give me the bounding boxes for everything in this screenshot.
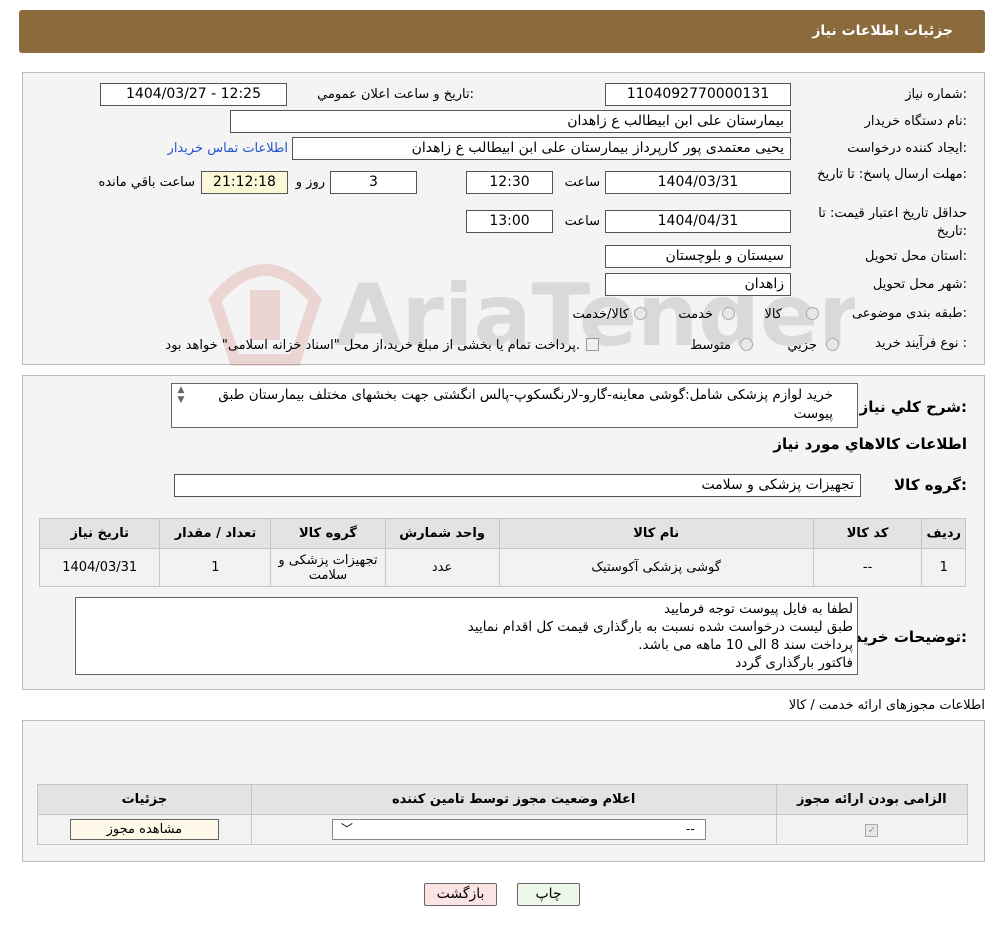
buyer-note-line: لطفا به فایل پیوست توجه فرمایید xyxy=(664,601,853,617)
validity-date-field[interactable]: 1404/04/31 xyxy=(605,210,791,233)
goods-group-field[interactable]: تجهیزات پزشکی و سلامت xyxy=(174,474,861,497)
cell-row: 1 xyxy=(921,548,966,587)
category-radio-goods[interactable] xyxy=(806,307,819,320)
col-date: تاریخ نیاز xyxy=(38,518,161,549)
col-permit-details: جزئیات xyxy=(37,784,252,815)
print-button[interactable]: چاپ xyxy=(517,883,580,906)
days-label: روز و xyxy=(295,175,325,190)
permit-status-select[interactable]: -- ﹀ xyxy=(331,819,706,840)
cell-group: تجهیزات پزشکی و سلامت xyxy=(270,548,386,587)
buyer-note-line: طبق لیست درخواست شده نسبت به بارگذاری قی… xyxy=(467,619,853,635)
page-title: جزئیات اطلاعات نیاز xyxy=(812,23,953,39)
creator-field[interactable]: یحیی معتمدی پور کارپرداز بیمارستان علی ا… xyxy=(292,137,791,160)
province-label: استان محل تحویل: xyxy=(865,249,967,264)
process-label: نوع فرآیند خرید : xyxy=(875,336,967,351)
col-group: گروه کالا xyxy=(270,518,386,549)
col-permit-status: اعلام وضعیت مجوز توسط تامین کننده xyxy=(250,784,777,815)
remaining-time-field[interactable]: 21:12:18 xyxy=(201,171,288,194)
validity-label: حداقل تاریخ اعتبار قیمت: تا تاریخ: xyxy=(818,206,967,239)
col-qty: تعداد / مقدار xyxy=(159,518,272,549)
cell-permit-required: ✓ xyxy=(775,814,969,845)
buyer-org-field[interactable]: بیمارستان علی ابن ابیطالب ع زاهدان xyxy=(230,110,791,133)
col-row: ردیف xyxy=(921,518,966,549)
deadline-time-field[interactable]: 12:30 xyxy=(466,171,553,194)
deadline-date-field[interactable]: 1404/03/31 xyxy=(605,171,791,194)
province-field[interactable]: سیستان و بلوچستان xyxy=(605,245,791,268)
view-permit-button[interactable]: مشاهده مجوز xyxy=(69,819,219,840)
cell-code: -- xyxy=(812,548,923,587)
col-permit-required: الزامی بودن ارائه مجوز xyxy=(775,784,969,815)
announce-label: تاریخ و ساعت اعلان عمومي: xyxy=(317,87,474,102)
buyer-note-line: پرداخت سند 8 الی 10 ماهه می باشد. xyxy=(638,637,853,653)
table-row: ✓ -- ﹀ مشاهده مجوز xyxy=(37,814,969,845)
treasury-checkbox[interactable] xyxy=(586,338,599,351)
chevron-down-icon: ﹀ xyxy=(340,822,353,836)
deadline-label: مهلت ارسال پاسخ: تا تاریخ: xyxy=(817,167,967,182)
permit-required-checkbox[interactable]: ✓ xyxy=(865,824,879,837)
remaining-label: ساعت باقي مانده xyxy=(98,175,195,190)
announce-datetime-field[interactable]: 1404/03/27 - 12:25 xyxy=(100,83,287,106)
process-note: پرداخت تمام یا بخشی از مبلغ خرید،از محل … xyxy=(165,338,580,353)
table-row: 1 -- گوشی پزشکی آکوستیک عدد تجهیزات پزشک… xyxy=(38,548,966,587)
validity-time-label: ساعت xyxy=(564,214,600,229)
goods-section-title: اطلاعات کالاهاي مورد نیاز xyxy=(773,435,967,453)
creator-label: ایجاد کننده درخواست: xyxy=(847,141,967,156)
category-option-service: خدمت xyxy=(678,307,713,322)
process-radio-medium[interactable] xyxy=(740,338,753,351)
category-radio-service[interactable] xyxy=(722,307,735,320)
process-option-medium: متوسط xyxy=(690,338,731,353)
category-label: طبقه بندی موضوعی: xyxy=(851,306,967,321)
process-option-minor: جزيي xyxy=(787,338,817,353)
cell-permit-status: -- ﹀ xyxy=(250,814,777,845)
cell-unit: عدد xyxy=(384,548,500,587)
validity-time-field[interactable]: 13:00 xyxy=(466,210,553,233)
cell-name: گوشی پزشکی آکوستیک xyxy=(498,548,814,587)
scroll-arrows-icon[interactable]: ▲ ▼ xyxy=(173,385,189,407)
category-option-goods: کالا xyxy=(764,307,782,322)
buyer-contact-link[interactable]: اطلاعات تماس خریدار xyxy=(168,141,288,156)
process-radio-minor[interactable] xyxy=(826,338,839,351)
col-code: کد کالا xyxy=(812,518,923,549)
city-label: شهر محل تحویل: xyxy=(872,277,967,292)
permits-section-title: اطلاعات مجوزهای ارائه خدمت / کالا xyxy=(788,698,985,713)
description-textarea[interactable]: خرید لوازم پزشکی شامل:گوشی معاینه-گارو-ل… xyxy=(171,383,858,428)
cell-date: 1404/03/31 xyxy=(38,548,161,587)
goods-table: ردیف کد کالا نام کالا واحد شمارش گروه کا… xyxy=(38,518,966,587)
col-name: نام کالا xyxy=(498,518,814,549)
city-field[interactable]: زاهدان xyxy=(605,273,791,296)
cell-permit-details: مشاهده مجوز xyxy=(37,814,252,845)
need-number-field[interactable]: 1104092770000131 xyxy=(605,83,791,106)
buyer-note-line: فاکتور بارگذاری گردد xyxy=(735,655,853,671)
buyer-notes-label: توضیحات خریدار: xyxy=(840,628,967,646)
col-unit: واحد شمارش xyxy=(384,518,500,549)
goods-group-label: گروه کالا: xyxy=(894,476,967,494)
need-number-label: شماره نیاز: xyxy=(905,87,967,102)
category-option-goods-service: کالا/خدمت xyxy=(572,307,629,322)
deadline-time-label: ساعت xyxy=(564,175,600,190)
days-field[interactable]: 3 xyxy=(330,171,417,194)
buyer-notes-textarea[interactable]: لطفا به فایل پیوست توجه فرمایید طبق لیست… xyxy=(75,597,858,675)
permits-table: الزامی بودن ارائه مجوز اعلام وضعیت مجوز … xyxy=(37,784,969,845)
description-label: شرح کلي نیاز: xyxy=(859,398,967,416)
page-header: جزئیات اطلاعات نیاز xyxy=(19,10,985,53)
back-button[interactable]: بازگشت xyxy=(424,883,497,906)
permit-status-value: -- xyxy=(686,822,695,836)
cell-qty: 1 xyxy=(159,548,272,587)
category-radio-goods-service[interactable] xyxy=(634,307,647,320)
buyer-org-label: نام دستگاه خریدار: xyxy=(864,114,967,129)
